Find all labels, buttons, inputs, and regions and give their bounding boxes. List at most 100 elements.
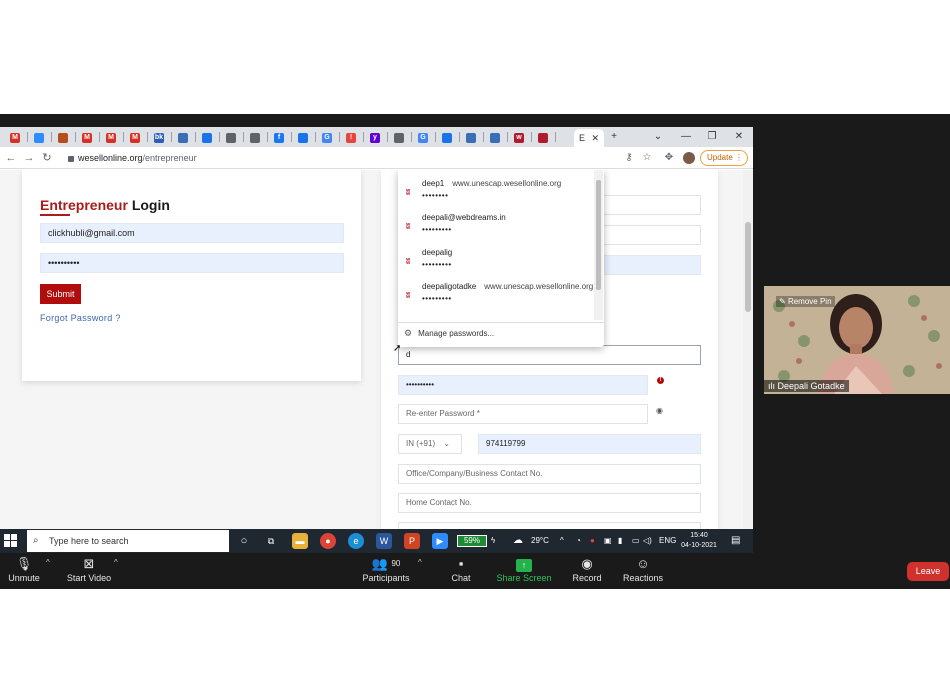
file-explorer-icon[interactable]: ▬ [292, 533, 308, 549]
leave-button[interactable]: Leave [907, 562, 949, 581]
reload-icon[interactable]: ↻ [40, 150, 54, 166]
caret-up-icon[interactable]: ^ [418, 558, 422, 567]
update-button[interactable]: Update ⋮ [700, 150, 748, 166]
page-scroll-thumb[interactable] [745, 222, 751, 312]
edge-icon[interactable]: e [348, 533, 364, 549]
profile-avatar[interactable] [683, 152, 695, 164]
maximize-button[interactable]: ❐ [702, 128, 722, 146]
clock-date: 04-10-2021 [681, 542, 717, 549]
dropdown-scroll-thumb[interactable] [596, 180, 601, 290]
office-contact-field[interactable]: Office/Company/Business Contact No. [398, 464, 701, 484]
tray-app-icon[interactable]: ● [590, 535, 595, 547]
usb-icon[interactable]: ▮ [618, 535, 622, 547]
unmute-button[interactable]: 🎙 Unmute ^ [6, 556, 50, 583]
new-tab-button[interactable]: + [604, 128, 624, 146]
browser-tab[interactable]: y [364, 130, 386, 145]
word-icon[interactable]: W [376, 533, 392, 549]
browser-tab[interactable] [460, 130, 482, 145]
tab-search-icon[interactable]: ⌄ [648, 128, 668, 146]
caret-up-icon[interactable]: ^ [46, 558, 50, 567]
battery-indicator[interactable]: 59% [457, 535, 487, 547]
country-code-select[interactable]: IN (+91) ⌄ [398, 434, 462, 454]
browser-tab[interactable] [484, 130, 506, 145]
forward-icon[interactable]: → [22, 150, 36, 166]
browser-tab[interactable] [244, 130, 266, 145]
caret-up-icon[interactable]: ^ [114, 558, 118, 567]
language-label[interactable]: ENG [659, 535, 676, 547]
reenter-password-field[interactable]: Re-enter Password * [398, 404, 648, 424]
url-input[interactable]: wesellonline.org/entrepreneur [60, 149, 620, 167]
chrome-icon[interactable]: ● [320, 533, 336, 549]
browser-tab[interactable]: M [100, 130, 122, 145]
browser-tab[interactable] [292, 130, 314, 145]
url-domain: wesellonline.org [78, 153, 143, 163]
browser-tab[interactable]: M [124, 130, 146, 145]
browser-tab[interactable]: w [508, 130, 530, 145]
update-label: Update [707, 153, 733, 162]
powerpoint-icon[interactable]: P [404, 533, 420, 549]
participants-button[interactable]: 👥 90 Participants ^ [362, 556, 421, 583]
email-field[interactable]: clickhubli@gmail.com [40, 223, 344, 243]
browser-tab[interactable] [172, 130, 194, 145]
record-button[interactable]: ◉ Record [570, 556, 604, 583]
zoom-icon [34, 132, 44, 143]
tray-app-icon[interactable]: ◔ [576, 535, 581, 547]
browser-tab[interactable]: M [76, 130, 98, 145]
wesell-icon: ʬ [406, 188, 411, 197]
browser-tab[interactable] [532, 130, 554, 145]
saved-password-item[interactable]: ʬ deepalig ••••••••• [398, 244, 594, 278]
eye-icon[interactable]: ◉ [656, 406, 663, 415]
tab-active[interactable]: E ✕ [574, 129, 604, 147]
notification-icon[interactable]: ▤ [731, 535, 740, 547]
saved-password-item[interactable]: ʬ deep1 www.unescap.wesellonline.org ••••… [398, 175, 594, 209]
password-field[interactable]: •••••••••• [40, 253, 344, 273]
back-icon[interactable]: ← [4, 150, 18, 166]
submit-button[interactable]: Submit [40, 284, 81, 304]
browser-tab[interactable]: G [316, 130, 338, 145]
network-icon[interactable]: ▭ [632, 535, 640, 547]
weather-cloud-icon[interactable]: ☁ [513, 535, 523, 547]
saved-password-item[interactable]: ʬ deepali@webdreams.in ••••••••• [398, 209, 594, 243]
register-password-field[interactable]: •••••••••• [398, 375, 648, 395]
browser-tab[interactable] [388, 130, 410, 145]
cortana-icon[interactable]: ○ [236, 533, 252, 549]
manage-passwords-link[interactable]: ⚙ Manage passwords... [404, 328, 494, 339]
browser-tab[interactable]: M [4, 130, 26, 145]
share-screen-button[interactable]: ↑ Share Screen [496, 556, 552, 583]
reactions-button[interactable]: ☺ Reactions [622, 556, 664, 583]
key-icon[interactable]: ⚷ [622, 151, 636, 165]
extensions-icon[interactable]: ✥ [662, 151, 676, 165]
chat-button[interactable]: ▪ Chat [446, 556, 476, 583]
close-tab-icon[interactable]: ✕ [591, 133, 599, 144]
browser-tab[interactable] [28, 130, 50, 145]
browser-tab[interactable]: ! [340, 130, 362, 145]
browser-tab[interactable] [220, 130, 242, 145]
start-video-button[interactable]: ⊠ Start Video ^ [64, 556, 118, 583]
windows-start-icon[interactable] [4, 534, 18, 548]
home-contact-field[interactable]: Home Contact No. [398, 493, 701, 513]
taskbar-search-input[interactable]: ⌕ Type here to search [27, 530, 229, 552]
browser-tab[interactable]: bk [148, 130, 170, 145]
tray-chevron-icon[interactable]: ^ [560, 535, 564, 547]
browser-tab[interactable]: G [412, 130, 434, 145]
temperature-label[interactable]: 29°C [531, 535, 549, 547]
tray-app-icon[interactable]: ▣ [604, 535, 612, 547]
forgot-password-link[interactable]: Forgot Password ? [40, 313, 121, 323]
browser-tab[interactable] [436, 130, 458, 145]
search-icon: ⌕ [33, 535, 39, 546]
minimize-button[interactable]: — [676, 128, 696, 146]
task-view-icon[interactable]: ⧉ [263, 533, 279, 549]
taskbar-clock[interactable]: 15:40 04-10-2021 [678, 531, 720, 551]
close-window-button[interactable]: ✕ [729, 128, 749, 146]
zoom-app-icon[interactable]: ▶ [432, 533, 448, 549]
saved-password-item[interactable]: ʬ deepaligotadke www.unescap.wesellonline… [398, 278, 594, 312]
browser-tab[interactable] [52, 130, 74, 145]
browser-tab[interactable] [196, 130, 218, 145]
browser-tab[interactable]: f [268, 130, 290, 145]
phone-field[interactable]: 974119799 [478, 434, 701, 454]
star-icon[interactable]: ☆ [640, 151, 654, 165]
register-focused-field[interactable]: d [398, 345, 701, 365]
volume-icon[interactable]: ◁) [643, 535, 652, 547]
globe-icon [250, 132, 260, 143]
remove-pin-button[interactable]: ✎ Remove Pin [776, 296, 835, 307]
